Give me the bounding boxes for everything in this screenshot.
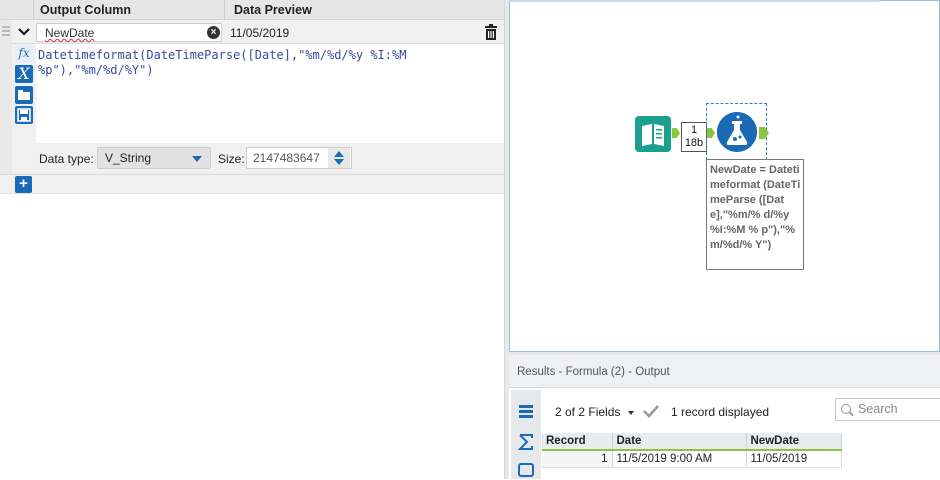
size-stepper[interactable] [328,148,350,168]
cell-record: 1 [542,450,613,468]
cell-date: 11/5/2019 9:00 AM [612,450,747,468]
formula-grid-header: Output Column Data Preview [0,0,504,20]
badge-size: 18b [684,137,704,149]
add-row-bar [0,174,504,194]
grip-line [2,34,10,36]
expression-line: %p"),"%m/%d/%Y") [38,63,154,77]
output-column-header: Output Column [40,3,131,17]
metadata-sigma-icon[interactable] [516,432,536,452]
size-value: 2147483647 [253,151,320,165]
cell-newdate: 11/05/2019 [746,450,842,468]
data-type-value: V_String [105,151,152,165]
expression-line: Datetimeformat(DateTimeParse([Date],"%m/… [38,48,407,62]
search-placeholder: Search [858,402,898,416]
fields-dropdown-label: 2 of 2 Fields [555,405,621,419]
results-title: Results - Formula (2) - Output [517,366,670,378]
add-formula-button[interactable]: + [15,176,32,193]
column-header-date[interactable]: Date [612,433,747,451]
caret-down-icon [192,156,202,162]
badge-count: 1 [690,124,698,136]
table-view-icon[interactable] [516,402,536,422]
data-preview-value: 11/05/2019 [230,26,290,40]
output-column-name-input[interactable]: NewDate [36,23,222,42]
search-input[interactable]: Search [835,398,940,421]
grip-line [2,26,10,28]
input-data-tool-icon[interactable] [635,116,671,152]
chevron-down-icon[interactable] [16,24,32,40]
data-preview-header: Data Preview [234,3,312,17]
trash-icon[interactable] [484,24,498,40]
open-folder-icon[interactable] [15,86,33,104]
results-table: Record Date NewDate 1 11/5/2019 9:00 AM … [542,433,842,468]
record-count-badge: 1 18b [681,122,707,152]
data-type-select[interactable]: V_String [97,147,211,169]
stepper-up-icon[interactable] [334,151,344,157]
stepper-down-icon[interactable] [334,159,344,165]
save-disk-icon[interactable] [15,106,33,124]
table-header-row: Record Date NewDate [542,433,842,451]
grip-line [2,30,10,32]
size-label: Size: [218,152,245,166]
data-type-label: Data type: [39,152,94,166]
expression-editor[interactable]: Datetimeformat(DateTimeParse([Date],"%m/… [38,48,428,78]
column-header-newdate[interactable]: NewDate [746,433,842,451]
header-divider [33,0,34,20]
functions-icon[interactable]: fx [15,44,33,62]
header-divider [224,0,225,20]
formula-tool-icon[interactable] [717,112,757,152]
search-icon-handle [849,411,854,417]
record-count-text: 1 record displayed [671,405,770,419]
variables-icon[interactable]: X [15,65,33,83]
checkmark-icon[interactable] [643,404,659,418]
table-row[interactable]: 1 11/5/2019 9:00 AM 11/05/2019 [542,450,842,468]
row-drag-handle[interactable] [0,20,12,174]
column-header-record[interactable]: Record [542,433,613,451]
tool-annotation: NewDate = Datetimeformat (DateTimeParse … [706,159,804,270]
results-header: Results - Formula (2) - Output [509,355,940,388]
clear-name-icon[interactable]: × [207,26,220,39]
caret-down-icon [628,410,635,415]
output-column-name-value: NewDate [45,26,95,40]
message-view-icon[interactable] [516,460,536,480]
fields-dropdown[interactable]: 2 of 2 Fields [555,405,635,419]
canvas-top-strip [509,0,879,2]
